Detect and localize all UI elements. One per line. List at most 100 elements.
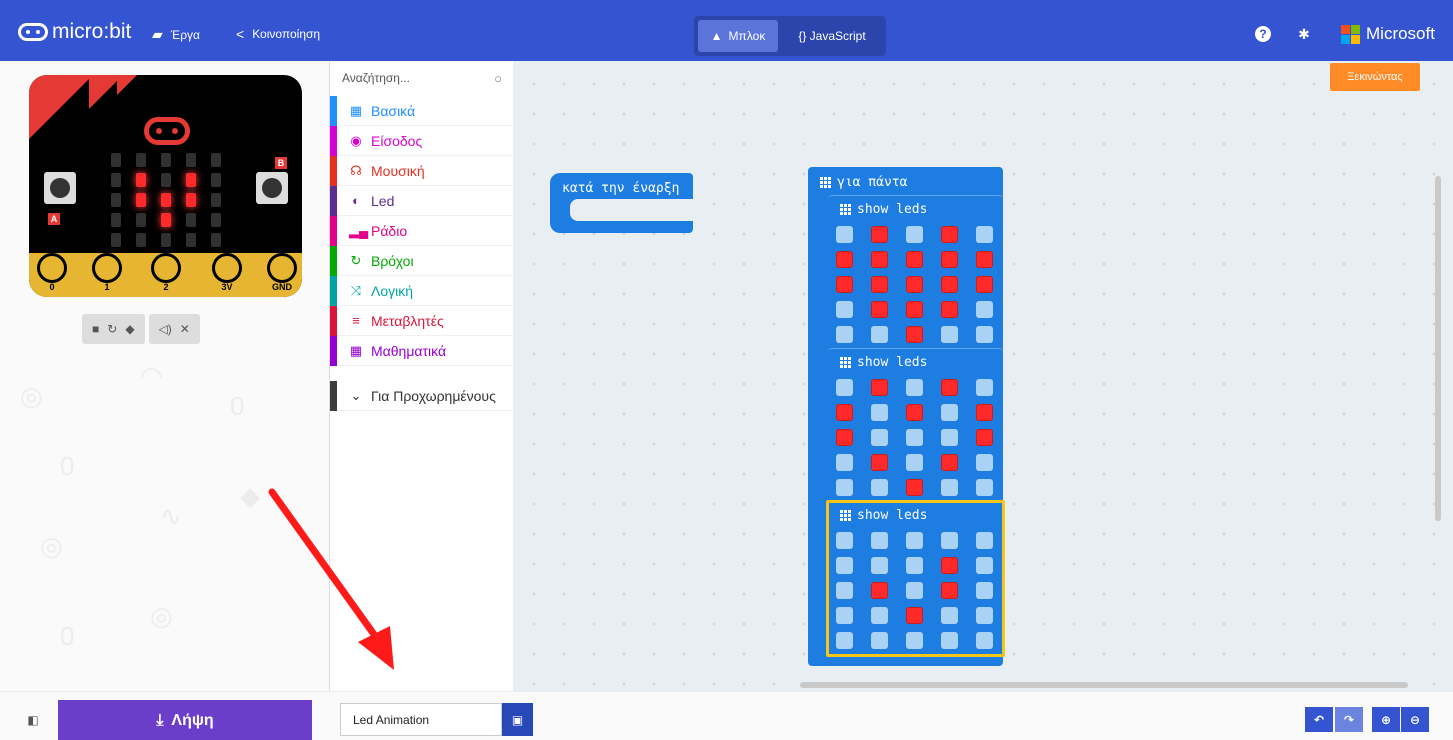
zoom-out-button[interactable]: ⊖ — [1401, 707, 1429, 732]
led-toggle[interactable] — [906, 454, 923, 471]
share-link[interactable]: < Κοινοποίηση — [236, 26, 320, 42]
blocks-mode-button[interactable]: ▲ Μπλοκ — [698, 20, 778, 52]
board-logo-touch[interactable] — [144, 117, 190, 145]
led-toggle[interactable] — [836, 276, 853, 293]
led-toggle[interactable] — [906, 404, 923, 421]
led-toggle[interactable] — [871, 454, 888, 471]
toolbox-category[interactable]: ◉ Είσοδος — [330, 126, 514, 156]
toolbox-search-input[interactable]: Αναζήτηση... ○ — [330, 61, 514, 95]
help-icon[interactable]: ? — [1255, 26, 1271, 42]
led-toggle[interactable] — [941, 379, 958, 396]
redo-button[interactable]: ↷ — [1335, 707, 1363, 732]
led-toggle[interactable] — [871, 326, 888, 343]
led-toggle[interactable] — [836, 251, 853, 268]
led-toggle[interactable] — [871, 226, 888, 243]
button-a[interactable] — [44, 172, 76, 204]
led-toggle[interactable] — [976, 251, 993, 268]
led-toggle[interactable] — [871, 404, 888, 421]
javascript-mode-button[interactable]: {} JavaScript — [782, 20, 882, 52]
microsoft-logo[interactable]: Microsoft — [1341, 24, 1435, 44]
toolbox-category[interactable]: ⤨ Λογική — [330, 276, 514, 306]
led-toggle[interactable] — [906, 276, 923, 293]
pin-1[interactable] — [92, 253, 122, 283]
led-toggle[interactable] — [906, 226, 923, 243]
led-toggle[interactable] — [836, 429, 853, 446]
led-toggle[interactable] — [871, 276, 888, 293]
led-toggle[interactable] — [976, 429, 993, 446]
led-toggle[interactable] — [836, 379, 853, 396]
on-start-block[interactable]: κατά την έναρξη — [550, 173, 693, 233]
led-toggle[interactable] — [976, 226, 993, 243]
led-toggle[interactable] — [941, 276, 958, 293]
led-toggle[interactable] — [871, 479, 888, 496]
led-toggle[interactable] — [941, 429, 958, 446]
show-leds-block[interactable]: show leds — [826, 500, 1005, 657]
toolbox-category[interactable]: ☊ Μουσική — [330, 156, 514, 186]
led-toggle[interactable] — [836, 404, 853, 421]
led-toggle[interactable] — [871, 379, 888, 396]
led-toggle[interactable] — [836, 226, 853, 243]
led-toggle[interactable] — [871, 251, 888, 268]
led-toggle[interactable] — [976, 301, 993, 318]
pin-3v[interactable] — [212, 253, 242, 283]
led-toggle[interactable] — [976, 276, 993, 293]
undo-button[interactable]: ↶ — [1305, 707, 1333, 732]
vertical-scrollbar[interactable] — [1435, 176, 1441, 521]
led-toggle[interactable] — [906, 326, 923, 343]
toolbox-category[interactable]: ▦ Βασικά — [330, 96, 514, 126]
led-toggle[interactable] — [976, 326, 993, 343]
led-toggle[interactable] — [836, 301, 853, 318]
show-leds-block[interactable]: show leds — [828, 195, 1003, 348]
led-toggle[interactable] — [941, 251, 958, 268]
led-toggle[interactable] — [906, 429, 923, 446]
toolbox-category[interactable]: ▦ Μαθηματικά — [330, 336, 514, 366]
slow-mo-icon[interactable]: ◆ — [125, 322, 134, 336]
led-toggle[interactable] — [836, 479, 853, 496]
fullscreen-icon[interactable]: ✕ — [180, 322, 190, 336]
getting-started-button[interactable]: Ξεκινώντας — [1330, 63, 1420, 91]
button-b[interactable] — [256, 172, 288, 204]
pin-0[interactable] — [37, 253, 67, 283]
mute-icon[interactable]: ◁) — [159, 322, 172, 336]
led-toggle[interactable] — [836, 454, 853, 471]
led-toggle[interactable] — [871, 429, 888, 446]
horizontal-scrollbar[interactable] — [800, 682, 1408, 688]
led-toggle[interactable] — [906, 479, 923, 496]
led-toggle[interactable] — [976, 479, 993, 496]
blocks-workspace[interactable]: Ξεκινώντας κατά την έναρξη για πάντα sho… — [513, 61, 1453, 691]
restart-icon[interactable]: ↻ — [107, 322, 117, 336]
led-toggle[interactable] — [941, 404, 958, 421]
led-toggle[interactable] — [836, 326, 853, 343]
led-toggle[interactable] — [906, 251, 923, 268]
led-toggle[interactable] — [941, 226, 958, 243]
led-toggle[interactable] — [976, 404, 993, 421]
led-toggle[interactable] — [941, 301, 958, 318]
pin-2[interactable] — [151, 253, 181, 283]
download-button[interactable]: ⤓ Λήψη — [58, 700, 312, 740]
show-leds-block[interactable]: show leds — [828, 348, 1003, 501]
collapse-simulator-button[interactable]: ◧ — [18, 705, 48, 735]
category-label: Led — [371, 192, 395, 209]
led-toggle[interactable] — [941, 479, 958, 496]
projects-link[interactable]: ▰ Έργα — [152, 26, 200, 43]
toolbox-category[interactable]: ◐ Led — [330, 186, 514, 216]
toolbox-category[interactable]: ≡ Μεταβλητές — [330, 306, 514, 336]
zoom-in-button[interactable]: ⊕ — [1372, 707, 1400, 732]
microbit-logo[interactable]: micro:bit — [18, 20, 131, 44]
led-toggle[interactable] — [941, 326, 958, 343]
toolbox-category[interactable]: ↻ Βρόχοι — [330, 246, 514, 276]
led-toggle[interactable] — [941, 454, 958, 471]
toolbox-category[interactable]: ▂▄ Ράδιο — [330, 216, 514, 246]
stop-icon[interactable]: ■ — [92, 322, 99, 336]
project-name-input[interactable]: Led Animation — [340, 703, 502, 736]
pin-gnd[interactable] — [267, 253, 297, 283]
led-toggle[interactable] — [976, 454, 993, 471]
led-toggle[interactable] — [871, 301, 888, 318]
gear-icon[interactable]: ✱ — [1296, 26, 1312, 42]
led-toggle[interactable] — [976, 379, 993, 396]
toolbox-category[interactable]: ⌄ Για Προχωρημένους — [330, 381, 514, 411]
led-toggle[interactable] — [906, 301, 923, 318]
save-button[interactable]: ▣ — [502, 703, 533, 736]
led-toggle[interactable] — [906, 379, 923, 396]
forever-block[interactable]: για πάντα show leds show leds show leds — [808, 167, 1005, 666]
